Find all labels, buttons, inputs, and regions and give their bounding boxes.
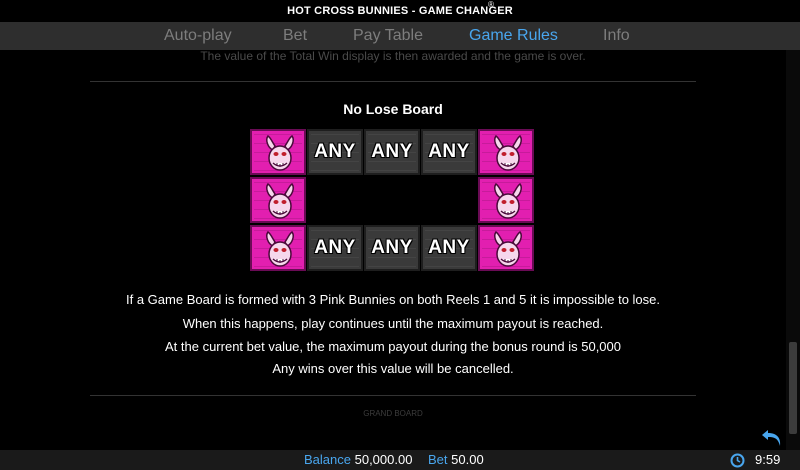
rule-paragraph-3: At the current bet value, the maximum pa… <box>165 339 621 354</box>
status-footer: Balance 50,000.00 Bet 50.00 9:59 <box>0 450 800 470</box>
clock-time: 9:59 <box>755 452 781 467</box>
any-tile: ANY <box>364 129 420 175</box>
tab-game-rules[interactable]: Game Rules <box>469 22 558 50</box>
scrollbar-thumb[interactable] <box>789 342 797 434</box>
pink-bunny-icon <box>494 182 522 219</box>
tab-info[interactable]: Info <box>603 22 630 50</box>
section-heading: No Lose Board <box>343 101 443 117</box>
undo-arrow-icon <box>762 430 781 446</box>
pink-bunny-icon <box>266 182 294 219</box>
faded-previous-text: The value of the Total Win display is th… <box>200 50 586 63</box>
divider <box>90 81 696 82</box>
any-label: ANY <box>428 141 470 162</box>
rule-paragraph-1: If a Game Board is formed with 3 Pink Bu… <box>126 292 660 307</box>
tab-pay-table[interactable]: Pay Table <box>353 22 423 50</box>
pink-bunny-icon <box>266 230 294 267</box>
any-tile: ANY <box>421 225 477 271</box>
bunny-tile <box>250 129 306 175</box>
back-button[interactable] <box>760 426 786 448</box>
pink-bunny-icon <box>266 134 294 171</box>
pink-bunny-icon <box>494 134 522 171</box>
any-tile: ANY <box>307 129 363 175</box>
any-label: ANY <box>314 237 356 258</box>
any-tile: ANY <box>421 129 477 175</box>
scrollbar[interactable] <box>786 50 800 450</box>
any-label: ANY <box>371 141 413 162</box>
rule-paragraph-4: Any wins over this value will be cancell… <box>272 361 514 376</box>
any-label: ANY <box>314 141 356 162</box>
any-tile: ANY <box>364 225 420 271</box>
balance-display: Balance 50,000.00 <box>304 450 412 470</box>
any-tile: ANY <box>307 225 363 271</box>
rule-paragraph-2: When this happens, play continues until … <box>182 316 604 331</box>
divider <box>90 395 696 396</box>
tab-bet[interactable]: Bet <box>283 22 307 50</box>
bunny-tile <box>250 225 306 271</box>
clock-icon <box>730 453 745 468</box>
rules-content: The value of the Total Win display is th… <box>0 50 786 450</box>
pink-bunny-icon <box>494 230 522 267</box>
bet-label: Bet <box>428 452 448 467</box>
balance-value: 50,000.00 <box>354 452 413 467</box>
bet-display: Bet 50.00 <box>428 450 484 470</box>
game-title: HOT CROSS BUNNIES - GAME CHANGER <box>287 5 513 17</box>
nav-tabs: Auto-play Bet Pay Table Game Rules Info <box>0 22 800 50</box>
bunny-tile <box>478 177 534 223</box>
title-bar: HOT CROSS BUNNIES - GAME CHANGER ® <box>0 0 800 22</box>
balance-label: Balance <box>304 452 351 467</box>
bunny-tile <box>250 177 306 223</box>
any-label: ANY <box>371 237 413 258</box>
tab-auto-play[interactable]: Auto-play <box>164 22 232 50</box>
registered-mark: ® <box>488 0 494 9</box>
bunny-tile <box>478 225 534 271</box>
any-label: ANY <box>428 237 470 258</box>
bet-value: 50.00 <box>451 452 484 467</box>
faded-next-heading: GRAND BOARD <box>363 409 423 418</box>
bunny-tile <box>478 129 534 175</box>
